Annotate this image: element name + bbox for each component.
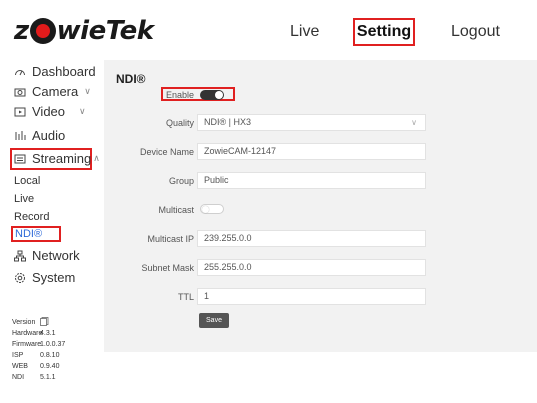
multicast-ip-input[interactable]: 239.255.0.0: [197, 230, 426, 247]
enable-toggle[interactable]: [200, 90, 224, 100]
sidebar: Dashboard Camera ∨ Video ∨ Audio Streami…: [0, 62, 100, 403]
sidebar-subitem-record[interactable]: Record: [14, 211, 49, 223]
chevron-down-icon: ∨: [84, 86, 91, 96]
sidebar-item-label: Audio: [32, 128, 66, 143]
sidebar-item-label: Camera: [32, 84, 79, 99]
sidebar-item-label: Video: [32, 104, 66, 119]
sidebar-item-network[interactable]: Network: [14, 248, 80, 263]
version-key: NDI: [12, 374, 25, 381]
streaming-icon: [14, 153, 26, 165]
logo-text-right: wieTek: [56, 16, 154, 46]
network-icon: [14, 250, 26, 262]
nav-live[interactable]: Live: [290, 18, 319, 46]
sidebar-item-audio[interactable]: Audio: [14, 128, 65, 143]
quality-value: NDI® | HX3: [204, 117, 251, 127]
system-icon: [14, 272, 26, 284]
chevron-up-icon: ∧: [93, 153, 100, 163]
version-value: 0.9.40: [40, 363, 60, 370]
multicast-ip-label: Multicast IP: [147, 234, 194, 244]
sidebar-item-streaming[interactable]: Streaming ∧: [14, 151, 100, 166]
version-value: 5.1.1: [40, 374, 56, 381]
version-title: Version: [12, 319, 36, 326]
sidebar-subitem-live[interactable]: Live: [14, 193, 34, 205]
chevron-down-icon: ∨: [411, 118, 417, 127]
sidebar-item-label: Streaming: [32, 151, 92, 166]
group-label: Group: [168, 176, 194, 186]
version-row: ISP 0.8.10: [12, 350, 80, 361]
subnet-mask-input[interactable]: 255.255.0.0: [197, 259, 426, 276]
sidebar-item-dashboard[interactable]: Dashboard: [14, 64, 96, 79]
ttl-label: TTL: [177, 292, 194, 302]
version-value: 1.0.0.37: [40, 341, 66, 348]
ndi-settings-panel: NDI® Enable Quality NDI® | HX3 ∨ Device …: [104, 60, 537, 352]
sidebar-subitem-local[interactable]: Local: [14, 175, 40, 187]
version-info: Version Hardware 4.3.1 Firmware 1.0.0.37…: [12, 317, 80, 383]
device-name-input[interactable]: ZowieCAM-12147: [197, 143, 426, 160]
version-key: Firmware: [12, 341, 42, 348]
page-title: NDI®: [116, 72, 146, 86]
nav-logout[interactable]: Logout: [451, 18, 500, 46]
version-value: 0.8.10: [40, 352, 60, 359]
version-value: 4.3.1: [40, 330, 56, 337]
quality-label: Quality: [165, 118, 194, 128]
app-header: z wieTek Live Setting Logout: [0, 0, 537, 62]
ttl-input[interactable]: 1: [197, 288, 426, 305]
audio-icon: [14, 130, 26, 142]
sidebar-item-video[interactable]: Video ∨: [14, 104, 86, 119]
logo-dot-icon: [29, 18, 56, 44]
version-header: Version: [12, 317, 80, 328]
chevron-down-icon: ∨: [79, 106, 86, 116]
video-icon: [14, 106, 26, 118]
group-input[interactable]: Public: [197, 172, 426, 189]
subnet-mask-label: Subnet Mask: [141, 263, 194, 273]
sidebar-item-label: Dashboard: [32, 64, 96, 79]
camera-icon: [14, 86, 26, 98]
version-key: ISP: [12, 352, 24, 359]
logo-text-left: z: [14, 16, 29, 46]
version-row: NDI 5.1.1: [12, 372, 80, 383]
enable-label: Enable: [165, 90, 194, 100]
multicast-toggle[interactable]: [200, 204, 224, 214]
version-key: WEB: [12, 363, 28, 370]
brand-logo[interactable]: z wieTek: [14, 14, 154, 48]
dashboard-icon: [14, 66, 26, 78]
multicast-label: Multicast: [158, 205, 194, 215]
device-name-label: Device Name: [139, 147, 194, 157]
copy-icon[interactable]: [40, 317, 80, 328]
version-row: WEB 0.9.40: [12, 361, 80, 372]
sidebar-item-label: Network: [32, 248, 80, 263]
sidebar-subitem-ndi[interactable]: NDI®: [11, 226, 61, 242]
sidebar-item-label: System: [32, 270, 76, 285]
save-button[interactable]: Save: [199, 313, 229, 328]
version-key: Hardware: [12, 330, 43, 337]
sidebar-item-system[interactable]: System: [14, 270, 75, 285]
version-row: Hardware 4.3.1: [12, 328, 80, 339]
version-row: Firmware 1.0.0.37: [12, 339, 80, 350]
sidebar-item-camera[interactable]: Camera ∨: [14, 84, 91, 99]
nav-setting[interactable]: Setting: [353, 18, 415, 46]
quality-select[interactable]: NDI® | HX3 ∨: [197, 114, 426, 131]
